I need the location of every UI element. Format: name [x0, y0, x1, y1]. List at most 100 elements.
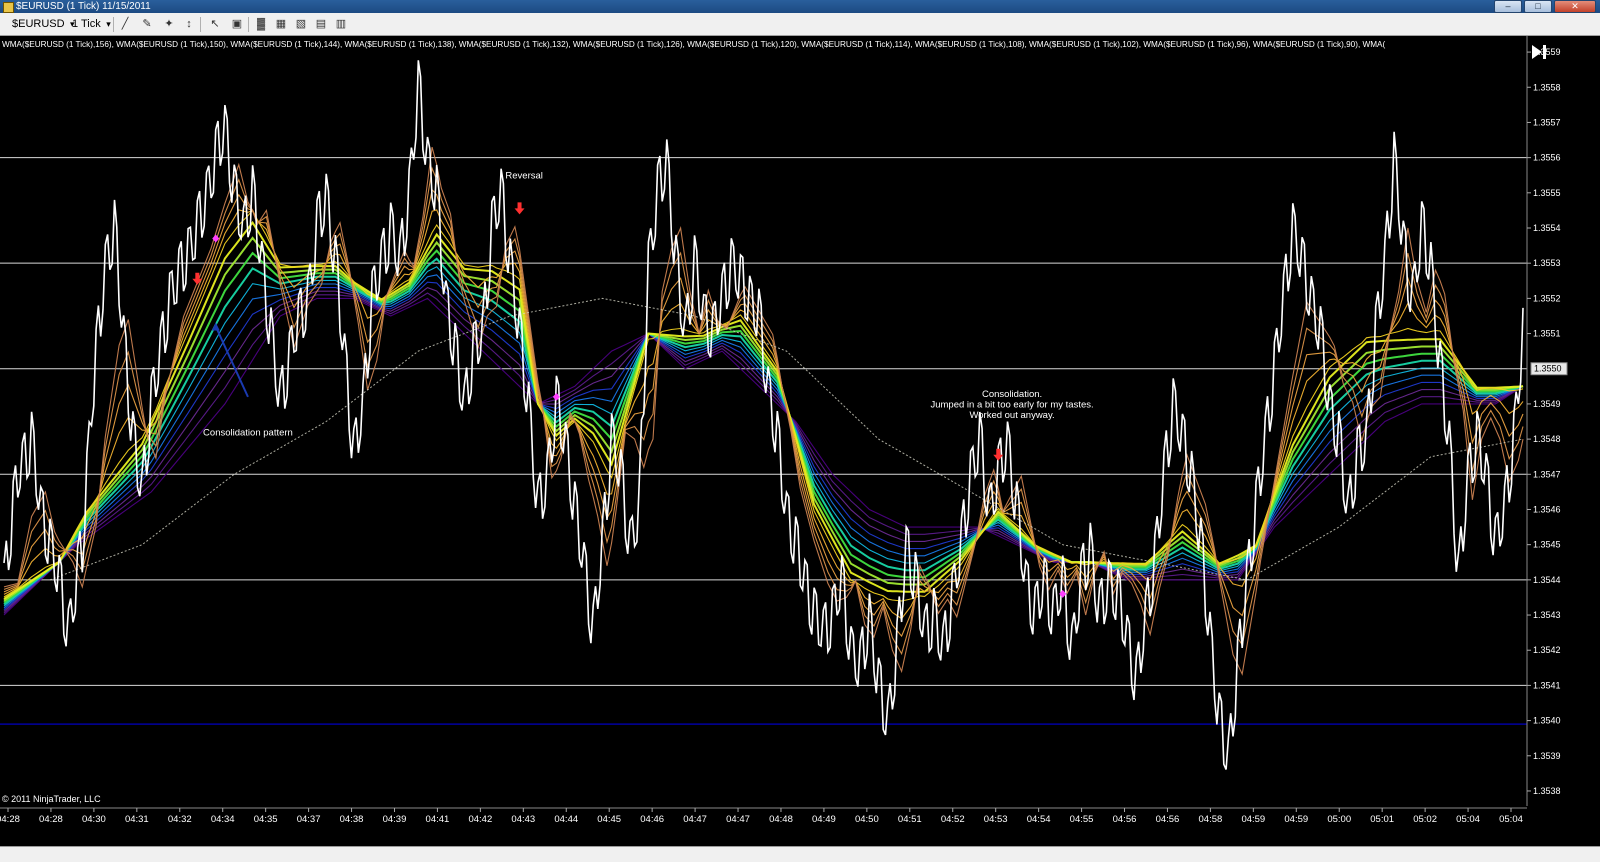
- crosshair-icon[interactable]: ▣: [230, 17, 244, 31]
- x-tick-label: 04:53: [984, 814, 1008, 825]
- x-tick-label: 04:28: [0, 814, 20, 825]
- table-icon[interactable]: ▥: [334, 17, 348, 31]
- chart-panel[interactable]: Reversal Consolidation pattern Consolidati…: [0, 36, 1600, 861]
- x-tick-label: 04:56: [1113, 814, 1137, 825]
- x-tick-label: 04:45: [597, 814, 621, 825]
- chart-annotation: Jumped in a bit too early for my tastes.: [930, 399, 1093, 410]
- x-tick-label: 04:59: [1284, 814, 1308, 825]
- chart-annotation: Consolidation pattern: [203, 428, 293, 439]
- y-tick-label: 1.3540: [1533, 716, 1561, 726]
- x-tick-label: 04:52: [941, 814, 965, 825]
- y-tick-label: 1.3546: [1533, 504, 1561, 514]
- y-tick-label: 1.3557: [1533, 117, 1561, 127]
- x-tick-label: 04:44: [554, 814, 578, 825]
- x-tick-label: 05:04: [1499, 814, 1523, 825]
- y-tick-label: 1.3538: [1533, 786, 1561, 796]
- wma-ribbon-line: [3, 236, 1524, 602]
- price-chart[interactable]: Reversal Consolidation pattern Consolidati…: [0, 36, 1600, 861]
- y-tick-label: 1.3553: [1533, 258, 1561, 268]
- y-tick-label: 1.3549: [1533, 399, 1561, 409]
- toolbar-separator: [200, 17, 201, 32]
- x-tick-label: 05:04: [1456, 814, 1480, 825]
- y-tick-label: 1.3545: [1533, 540, 1561, 550]
- window-titlebar: $EURUSD (1 Tick) 11/15/2011 – □ ✕: [0, 0, 1600, 13]
- ruler-icon[interactable]: ↕: [182, 17, 196, 31]
- wma-ribbon-line: [3, 209, 1524, 620]
- toolbar-separator: [113, 17, 114, 32]
- x-tick-label: 04:51: [898, 814, 922, 825]
- x-tick-label: 04:41: [426, 814, 450, 825]
- x-tick-label: 04:43: [511, 814, 535, 825]
- line-chart-icon[interactable]: ╱: [118, 17, 132, 31]
- image-icon[interactable]: ▧: [294, 17, 308, 31]
- x-tick-label: 05:02: [1413, 814, 1437, 825]
- x-tick-label: 04:50: [855, 814, 879, 825]
- x-tick-label: 04:39: [383, 814, 407, 825]
- x-tick-label: 04:55: [1070, 814, 1094, 825]
- x-tick-label: 04:56: [1156, 814, 1180, 825]
- horizontal-scrollbar[interactable]: [0, 846, 1600, 862]
- y-tick-label: 1.3554: [1533, 223, 1561, 233]
- chart-annotation: Worked out anyway.: [969, 410, 1054, 421]
- x-tick-label: 04:35: [254, 814, 278, 825]
- indicator-header: WMA($EURUSD (1 Tick),156), WMA($EURUSD (…: [2, 40, 1386, 49]
- x-tick-label: 04:34: [211, 814, 235, 825]
- pin-icon[interactable]: ✦: [162, 17, 176, 31]
- instrument-selector[interactable]: $EURUSD: [8, 16, 77, 32]
- x-tick-label: 04:32: [168, 814, 192, 825]
- wma-ribbon-line: [3, 249, 1524, 604]
- wma-ribbon-line: [3, 166, 1524, 656]
- x-tick-label: 04:58: [1199, 814, 1223, 825]
- pencil-icon[interactable]: ✎: [140, 17, 154, 31]
- chart-annotation: Reversal: [505, 171, 543, 182]
- strategy-icon[interactable]: ▤: [314, 17, 328, 31]
- minimize-button[interactable]: –: [1494, 0, 1522, 13]
- x-tick-label: 04:47: [726, 814, 750, 825]
- bars-icon[interactable]: ▓: [254, 17, 268, 31]
- y-tick-label: 1.3539: [1533, 751, 1561, 761]
- y-tick-label: 1.3544: [1533, 575, 1561, 585]
- x-tick-label: 04:47: [683, 814, 707, 825]
- wma-ribbon-line: [3, 281, 1524, 611]
- window-title: $EURUSD (1 Tick) 11/15/2011: [16, 1, 151, 12]
- close-button[interactable]: ✕: [1554, 0, 1596, 13]
- x-tick-label: 04:42: [468, 814, 492, 825]
- y-tick-label: 1.3547: [1533, 469, 1561, 479]
- y-tick-label: 1.3543: [1533, 610, 1561, 620]
- toolbar-separator: [248, 17, 249, 32]
- calendar-icon[interactable]: ▦: [274, 17, 288, 31]
- y-tick-label: 1.3551: [1533, 329, 1561, 339]
- x-tick-label: 04:49: [812, 814, 836, 825]
- y-tick-label: 1.3552: [1533, 293, 1561, 303]
- y-tick-label: 1.3558: [1533, 82, 1561, 92]
- x-tick-label: 04:30: [82, 814, 106, 825]
- x-tick-label: 04:37: [297, 814, 321, 825]
- trendline-arrowhead: [211, 322, 220, 331]
- y-tick-label: 1.3555: [1533, 188, 1561, 198]
- y-tick-label: 1.3541: [1533, 680, 1561, 690]
- chart-annotation: Consolidation.: [982, 389, 1042, 400]
- x-tick-label: 05:00: [1327, 814, 1351, 825]
- x-tick-label: 04:54: [1027, 814, 1051, 825]
- x-tick-label: 04:46: [640, 814, 664, 825]
- x-tick-label: 04:48: [769, 814, 793, 825]
- x-tick-label: 04:38: [340, 814, 364, 825]
- cursor-icon[interactable]: ↖: [208, 17, 222, 31]
- sma-line: [49, 297, 1524, 581]
- y-tick-label: 1.3548: [1533, 434, 1561, 444]
- last-price-label: 1.3550: [1534, 364, 1562, 374]
- app-icon: [3, 2, 14, 13]
- interval-selector[interactable]: 1 Tick: [68, 16, 113, 32]
- x-tick-label: 04:59: [1241, 814, 1265, 825]
- maximize-button[interactable]: □: [1524, 0, 1552, 13]
- wma-ribbon-line: [3, 220, 1524, 600]
- wma-ribbon-line: [3, 209, 1524, 602]
- chart-toolbar: $EURUSD 1 Tick ╱ ✎ ✦ ↕ ↖ ▣ ▓ ▦ ▧ ▤ ▥: [0, 13, 1600, 36]
- copyright-label: © 2011 NinjaTrader, LLC: [2, 794, 101, 804]
- x-tick-label: 04:28: [39, 814, 63, 825]
- x-tick-label: 04:31: [125, 814, 149, 825]
- y-tick-label: 1.3556: [1533, 153, 1561, 163]
- sell-arrow-icon: [514, 202, 525, 215]
- y-tick-label: 1.3542: [1533, 645, 1561, 655]
- x-tick-label: 05:01: [1370, 814, 1394, 825]
